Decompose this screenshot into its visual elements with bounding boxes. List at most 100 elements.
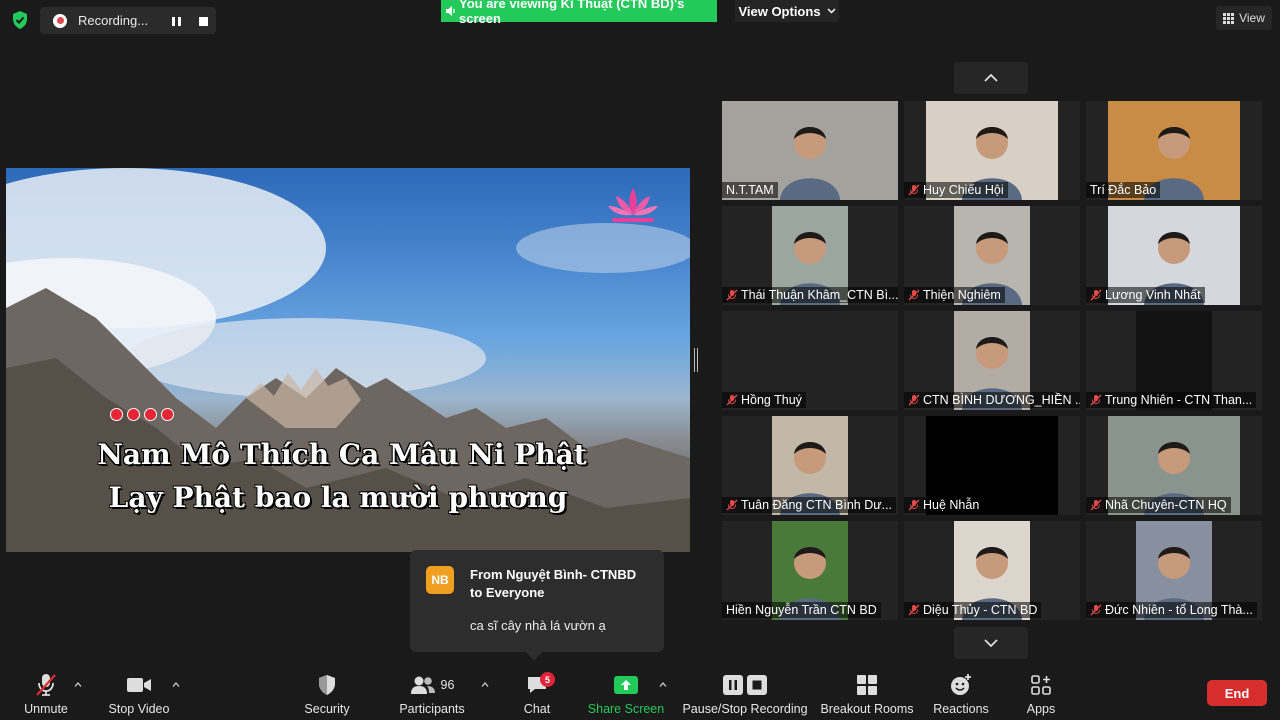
breakout-rooms-icon [857, 675, 877, 695]
participant-tile[interactable]: Đức Nhiên - tổ Long Thà... [1086, 521, 1262, 620]
pause-stop-recording-label: Pause/Stop Recording [682, 702, 808, 716]
chat-notification[interactable]: NB From Nguyệt Bình- CTNBD to Everyone c… [410, 550, 664, 652]
reactions-label: Reactions [933, 702, 989, 716]
chevron-up-icon [74, 681, 82, 687]
view-button[interactable]: View [1216, 6, 1272, 30]
participants-options-caret[interactable] [479, 678, 491, 690]
avatar: NB [426, 566, 454, 594]
microphone-muted-icon [908, 604, 920, 616]
participant-name: Thiện Nghiêm [923, 288, 1001, 302]
stop-recording-button[interactable] [195, 13, 211, 29]
microphone-muted-icon [1090, 604, 1102, 616]
participant-name: Tuân Đăng CTN Bình Dư... [741, 498, 893, 512]
video-camera-icon [127, 678, 151, 692]
participant-name-label: Đức Nhiên - tổ Long Thà... [1086, 602, 1257, 618]
security-label: Security [304, 702, 350, 716]
gallery-prev-page-button[interactable] [954, 62, 1028, 94]
pause-stop-recording-button[interactable]: Pause/Stop Recording [682, 662, 808, 720]
participant-tile[interactable]: Hồng Thuý [722, 311, 898, 410]
participant-tile[interactable]: Thái Thuận Khâm_CTN Bì... [722, 206, 898, 305]
participant-tile[interactable]: Hiền Nguyễn Trần CTN BD [722, 521, 898, 620]
participant-tile[interactable]: Diệu Thủy - CTN BD [904, 521, 1080, 620]
stop-video-label: Stop Video [108, 702, 170, 716]
participant-name: Nhã Chuyên-CTN HQ [1105, 498, 1227, 512]
participant-name-label: Huy Chiếu Hội [904, 182, 1008, 198]
shared-screen[interactable]: Nam Mô Thích Ca Mâu Ni Phật Lạy Phật bao… [6, 168, 690, 552]
breakout-rooms-button[interactable]: Breakout Rooms [819, 662, 915, 720]
participant-tile[interactable]: CTN BÌNH DƯƠNG_HIỀN ... [904, 311, 1080, 410]
participant-tile[interactable]: Huệ Nhẫn [904, 416, 1080, 515]
microphone-muted-icon [726, 394, 738, 406]
encryption-shield-icon[interactable] [9, 9, 31, 31]
stop-video-button[interactable]: Stop Video [104, 662, 174, 720]
participant-tile[interactable]: Nhã Chuyên-CTN HQ [1086, 416, 1262, 515]
view-options-button[interactable]: View Options [735, 0, 839, 22]
viewing-banner-text: You are viewing Kĩ Thuật (CTN BD)'s scre… [459, 0, 685, 26]
chat-label: Chat [523, 702, 551, 716]
chat-sender-line: From Nguyệt Bình- CTNBD [470, 567, 637, 582]
participant-name: Huy Chiếu Hội [923, 183, 1004, 197]
participant-name: Hồng Thuý [741, 393, 802, 407]
microphone-muted-icon [908, 289, 920, 301]
participants-label: Participants [399, 702, 465, 716]
microphone-muted-icon [908, 394, 920, 406]
lyric-line-2: Lạy Phật bao la mười phương [108, 481, 568, 514]
chevron-down-icon [984, 639, 998, 647]
participant-tile[interactable]: Trí Đắc Bảo [1086, 101, 1262, 200]
lyric-line-1: Nam Mô Thích Ca Mâu Ni Phật [97, 438, 587, 471]
participant-name-label: Trí Đắc Bảo [1086, 182, 1161, 198]
participant-name-label: Tuân Đăng CTN Bình Dư... [722, 497, 897, 513]
participant-name: Thái Thuận Khâm_CTN Bì... [741, 288, 898, 302]
viewing-banner: You are viewing Kĩ Thuật (CTN BD)'s scre… [441, 0, 717, 26]
chevron-up-icon [481, 681, 489, 687]
audio-options-caret[interactable] [72, 678, 84, 690]
view-label: View [1239, 11, 1265, 25]
participant-tile[interactable]: Lương Vinh Nhất [1086, 206, 1262, 305]
participants-icon [410, 676, 435, 694]
karaoke-countdown-dots [110, 408, 174, 421]
stop-icon [747, 675, 767, 695]
breakout-rooms-label: Breakout Rooms [820, 702, 914, 716]
pause-recording-button[interactable] [168, 13, 184, 29]
lotus-logo [608, 188, 658, 222]
participant-tile[interactable]: Trung Nhiên - CTN Than... [1086, 311, 1262, 410]
participant-name-label: Hồng Thuý [722, 392, 806, 408]
chevron-up-icon [984, 74, 998, 82]
gallery-next-page-button[interactable] [954, 627, 1028, 659]
reactions-button[interactable]: Reactions [928, 662, 994, 720]
participant-name-label: Diệu Thủy - CTN BD [904, 602, 1042, 618]
participant-name-label: Thiện Nghiêm [904, 287, 1005, 303]
share-screen-button[interactable]: Share Screen [588, 662, 664, 720]
end-meeting-button[interactable]: End [1207, 680, 1267, 706]
participant-count: 96 [440, 678, 455, 692]
microphone-muted-icon [1090, 499, 1102, 511]
microphone-muted-icon [726, 289, 738, 301]
participant-tile[interactable]: N.T.TAM [722, 101, 898, 200]
chat-button[interactable]: 5 Chat [512, 662, 562, 720]
panel-resize-handle[interactable] [694, 348, 700, 372]
video-options-caret[interactable] [170, 678, 182, 690]
participant-tile[interactable]: Thiện Nghiêm [904, 206, 1080, 305]
share-screen-icon [614, 676, 638, 694]
participant-tile[interactable]: Tuân Đăng CTN Bình Dư... [722, 416, 898, 515]
recording-dot-icon [53, 13, 67, 28]
security-button[interactable]: Security [297, 662, 357, 720]
grid-icon [1223, 12, 1235, 24]
apps-button[interactable]: Apps [1016, 662, 1066, 720]
unmute-button[interactable]: Unmute [16, 662, 76, 720]
share-options-caret[interactable] [657, 678, 669, 690]
participant-name: Đức Nhiên - tổ Long Thà... [1105, 603, 1253, 617]
participant-tile[interactable]: Huy Chiếu Hội [904, 101, 1080, 200]
unmute-label: Unmute [24, 702, 68, 716]
pause-icon [723, 675, 743, 695]
participants-button[interactable]: 96 Participants [396, 662, 468, 720]
apps-icon [1031, 675, 1051, 695]
microphone-muted-icon [908, 499, 920, 511]
share-screen-label: Share Screen [587, 702, 665, 716]
participant-name: Diệu Thủy - CTN BD [923, 603, 1038, 617]
participant-name: Hiền Nguyễn Trần CTN BD [726, 603, 877, 617]
chat-recipient-line: to Everyone [470, 585, 545, 600]
microphone-muted-icon [36, 674, 56, 696]
stop-icon [198, 16, 208, 26]
chevron-up-icon [659, 681, 667, 687]
